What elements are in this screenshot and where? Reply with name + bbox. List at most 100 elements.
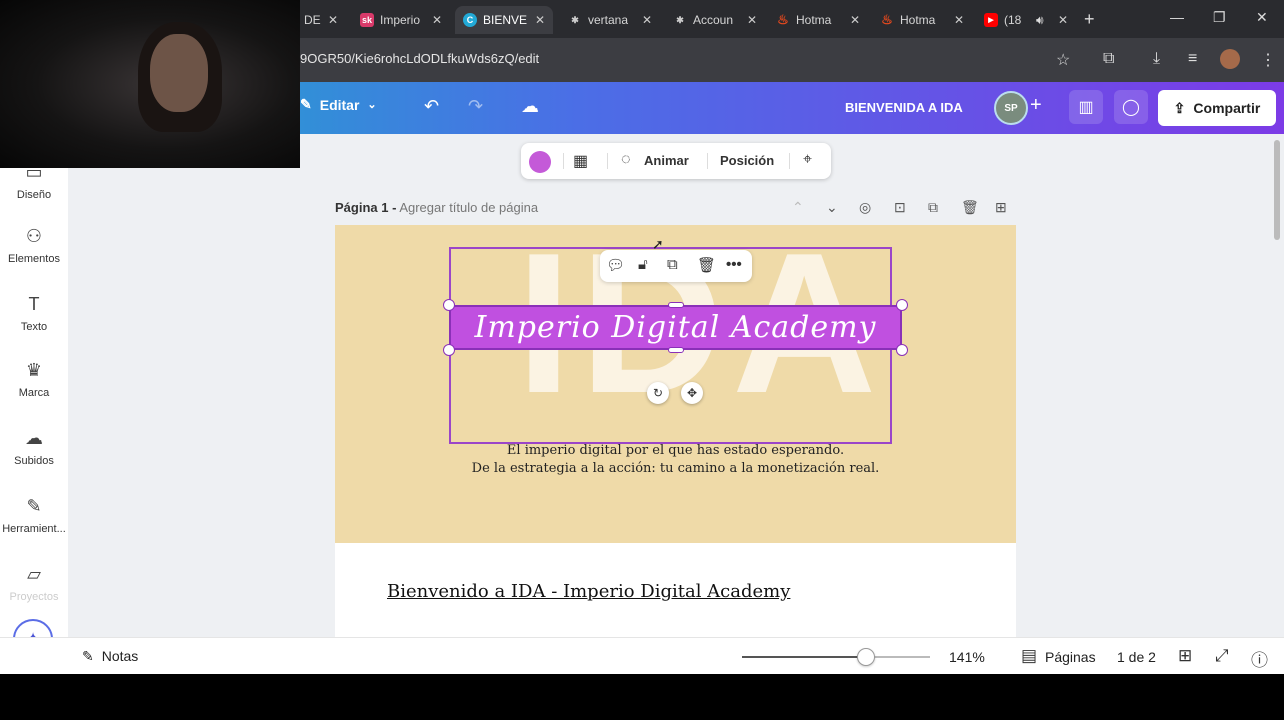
tab-1[interactable]: sk Imperio ✕ [352,6,450,34]
tab-7[interactable]: ▶ (18 🔊︎ ✕ [976,6,1076,34]
fullscreen-icon[interactable]: ⤢ [1215,646,1229,666]
sidebar-item-projects[interactable]: ▱ Proyectos [0,564,68,603]
close-tab-icon[interactable]: ✕ [328,13,338,27]
tab-0[interactable]: DE ✕ [296,6,346,34]
browser-menu-icon[interactable]: ⋮ [1260,50,1276,70]
close-window-icon[interactable]: ✕ [1256,9,1268,26]
help-icon[interactable]: ⓘ [1251,646,1268,671]
tab-2[interactable]: C BIENVE ✕ [455,6,553,34]
hotmart-flame-icon: ♨ [777,12,789,27]
page-number-label: Página 1 - [335,200,397,215]
tab-4[interactable]: ✱ Accoun ✕ [665,6,765,34]
sidebar-item-elements[interactable]: ⚇ Elementos [0,226,68,265]
lock-icon[interactable]: ⊡ [894,199,906,216]
trash-icon[interactable]: 🗑︎ [697,256,716,274]
letterbox-bar [0,674,1284,720]
paint-roller-icon[interactable]: ⌖ [803,151,812,169]
close-tab-icon[interactable]: ✕ [1058,13,1068,27]
close-tab-icon[interactable]: ✕ [432,13,442,27]
tab-title: vertana [588,13,629,27]
hotmart-gear-icon: ✱ [676,14,684,25]
tab-5[interactable]: ♨ Hotma ✕ [768,6,868,34]
new-tab-icon[interactable]: + [1084,9,1095,30]
tab-title: Hotma [796,13,832,27]
minimize-icon[interactable]: — [1170,9,1184,25]
zoom-slider-fill [742,656,867,658]
animate-button[interactable]: Animar [644,153,689,168]
redo-icon[interactable]: ↷ [468,96,483,117]
add-collaborator-icon[interactable]: + [1030,94,1042,117]
insights-chart-icon[interactable]: ▥ [1069,90,1103,124]
sidebar-item-label: Texto [20,321,48,333]
sidebar-item-brand[interactable]: ♛ Marca [0,360,68,399]
media-control-icon[interactable]: ≡ [1188,50,1197,68]
undo-icon[interactable]: ↶ [424,96,439,117]
duplicate-page-icon[interactable]: ⧉ [928,199,938,216]
close-tab-icon[interactable]: ✕ [642,13,652,27]
grid-view-icon[interactable]: ⊞ [1178,646,1192,666]
speaker-icon[interactable]: 🔊︎ [1036,13,1044,28]
resize-handle[interactable] [668,302,684,308]
add-page-icon[interactable]: ⊞ [995,199,1007,216]
folder-icon: ▱ [27,564,41,584]
zoom-slider[interactable] [742,656,930,658]
webcam-face [150,34,208,112]
sidebar-item-label: Herramient... [2,523,66,535]
comment-add-icon[interactable]: 💬︎ [606,256,625,274]
document-title[interactable]: BIENVENIDA A IDA [845,100,963,115]
close-tab-icon[interactable]: ✕ [954,13,964,27]
more-options-icon[interactable]: ••• [726,256,742,273]
profile-avatar[interactable] [1220,49,1240,69]
tagline-line-2[interactable]: De la estrategia a la acción: tu camino … [335,461,1016,476]
close-tab-icon[interactable]: ✕ [850,13,860,27]
maximize-icon[interactable]: ❐ [1213,9,1226,26]
sidebar-item-label: Elementos [8,253,60,265]
brand-icon: ♛ [25,360,43,380]
pages-icon: ▤ [1021,646,1038,665]
cloud-save-icon[interactable]: ☁ [521,96,539,117]
resize-handle[interactable] [896,299,908,311]
lock-icon[interactable]: 🔓︎ [638,256,648,273]
extensions-icon[interactable]: ⧉ [1103,50,1114,68]
move-icon[interactable]: ✥ [681,382,703,404]
download-icon[interactable]: ⤓ [1153,50,1160,68]
edit-menu-button[interactable]: ✎ Editar ⌄ [300,96,377,113]
divider [563,153,564,169]
zoom-level[interactable]: 141% [949,649,985,665]
notes-button[interactable]: ✎ Notas [82,648,138,665]
sidebar-item-uploads[interactable]: ☁ Subidos [0,428,68,467]
duplicate-icon[interactable]: ⧉ [667,256,678,273]
banner-text-box[interactable]: Imperio Digital Academy [449,305,902,350]
avatar[interactable]: SP [994,91,1028,125]
left-sidebar: ▭ Diseño ⚇ Elementos T Texto ♛ Marca ☁ S… [0,134,68,674]
resize-handle[interactable] [896,344,908,356]
transparency-icon[interactable]: ▦ [573,151,588,171]
resize-handle[interactable] [443,344,455,356]
tab-title: Imperio [380,13,421,27]
tab-title: (18 [1004,13,1022,27]
sidebar-item-label: Marca [18,387,50,399]
comment-icon[interactable]: ◯ [1114,90,1148,124]
url-field[interactable]: 9OGR50/Kie6rohcLdODLfkuWds6zQ/edit [300,51,539,66]
bottom-toolbar: ✎ Notas 141% ▤ Páginas 1 de 2 ⊞ ⤢ ⓘ [0,637,1284,674]
pages-button[interactable]: Páginas [1045,649,1096,665]
resize-handle[interactable] [443,299,455,311]
sidebar-item-tools[interactable]: ✎ Herramient... [0,496,68,535]
resize-handle[interactable] [668,347,684,353]
trash-icon[interactable]: 🗑︎ [961,199,979,216]
color-swatch[interactable] [529,151,551,173]
chevron-down-icon: ⌄ [367,99,377,111]
share-button[interactable]: ⇪ Compartir [1158,90,1276,126]
page-2-heading[interactable]: Bienvenido a IDA - Imperio Digital Acade… [387,581,790,602]
vertical-scrollbar[interactable] [1274,140,1280,240]
sidebar-item-text[interactable]: T Texto [0,294,68,333]
close-tab-icon[interactable]: ✕ [747,13,757,27]
rotate-icon[interactable]: ↻ [647,382,669,404]
close-tab-icon[interactable]: ✕ [535,13,545,27]
position-button[interactable]: Posición [720,153,774,168]
tab-3[interactable]: ✱ vertana ✕ [560,6,660,34]
tagline-line-1[interactable]: El imperio digital por el que has estado… [335,443,1016,458]
zoom-slider-handle[interactable] [857,648,876,666]
bookmark-star-icon[interactable]: ☆ [1056,50,1070,70]
tab-6[interactable]: ♨ Hotma ✕ [872,6,972,34]
